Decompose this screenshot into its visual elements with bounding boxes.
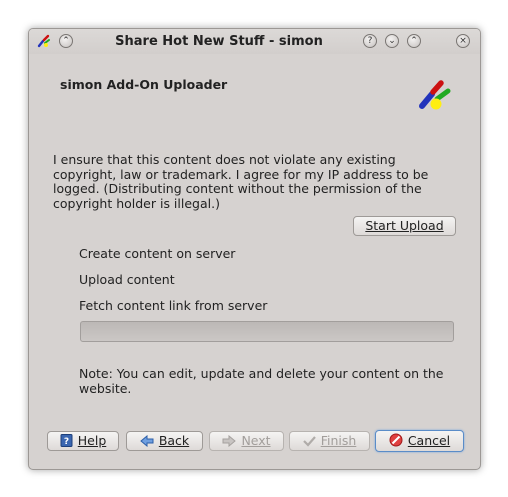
arrow-right-icon xyxy=(222,435,237,447)
checkmark-icon xyxy=(302,436,316,447)
help-label: Help xyxy=(77,433,107,448)
finish-button[interactable]: Finish xyxy=(289,431,370,451)
help-title-button[interactable]: ? xyxy=(363,34,377,48)
shade-button[interactable]: ⌃ xyxy=(59,34,73,48)
next-button[interactable]: Next xyxy=(209,431,284,451)
help-book-icon: ? xyxy=(60,434,73,447)
app-icon xyxy=(37,34,50,48)
help-button[interactable]: ? Help xyxy=(47,431,119,451)
minimize-icon: ⌄ xyxy=(388,36,396,46)
back-button[interactable]: Back xyxy=(126,431,203,451)
help-icon: ? xyxy=(367,36,373,46)
back-label: Back xyxy=(158,433,190,448)
chevron-up-icon: ⌃ xyxy=(62,36,70,46)
cancel-icon xyxy=(389,433,403,447)
start-upload-button[interactable]: Start Upload xyxy=(353,216,456,236)
cancel-button[interactable]: Cancel xyxy=(375,430,464,452)
next-label: Next xyxy=(241,433,271,448)
maximize-icon: ⌃ xyxy=(410,36,418,46)
close-icon: × xyxy=(459,36,467,46)
titlebar[interactable]: ⌃ Share Hot New Stuff - simon ? ⌄ ⌃ × xyxy=(29,29,480,54)
start-upload-label: Start Upload xyxy=(365,218,444,233)
page-title: simon Add-On Uploader xyxy=(60,77,228,92)
share-dialog-window: ⌃ Share Hot New Stuff - simon ? ⌄ ⌃ × si… xyxy=(28,28,481,470)
disclaimer-text: I ensure that this content does not viol… xyxy=(53,152,429,211)
finish-label: Finish xyxy=(320,433,357,448)
step-fetch-link: Fetch content link from server xyxy=(79,298,268,313)
cancel-label: Cancel xyxy=(407,433,451,448)
arrow-left-icon xyxy=(140,435,154,447)
window-title: Share Hot New Stuff - simon xyxy=(115,34,323,49)
upload-progress-bar xyxy=(80,321,454,342)
svg-text:?: ? xyxy=(64,437,69,447)
close-button[interactable]: × xyxy=(456,34,470,48)
maximize-button[interactable]: ⌃ xyxy=(407,34,421,48)
step-create-content: Create content on server xyxy=(79,246,236,261)
note-text: Note: You can edit, update and delete yo… xyxy=(79,366,444,396)
step-upload-content: Upload content xyxy=(79,272,175,287)
minimize-button[interactable]: ⌄ xyxy=(385,34,399,48)
simon-logo xyxy=(419,80,451,110)
